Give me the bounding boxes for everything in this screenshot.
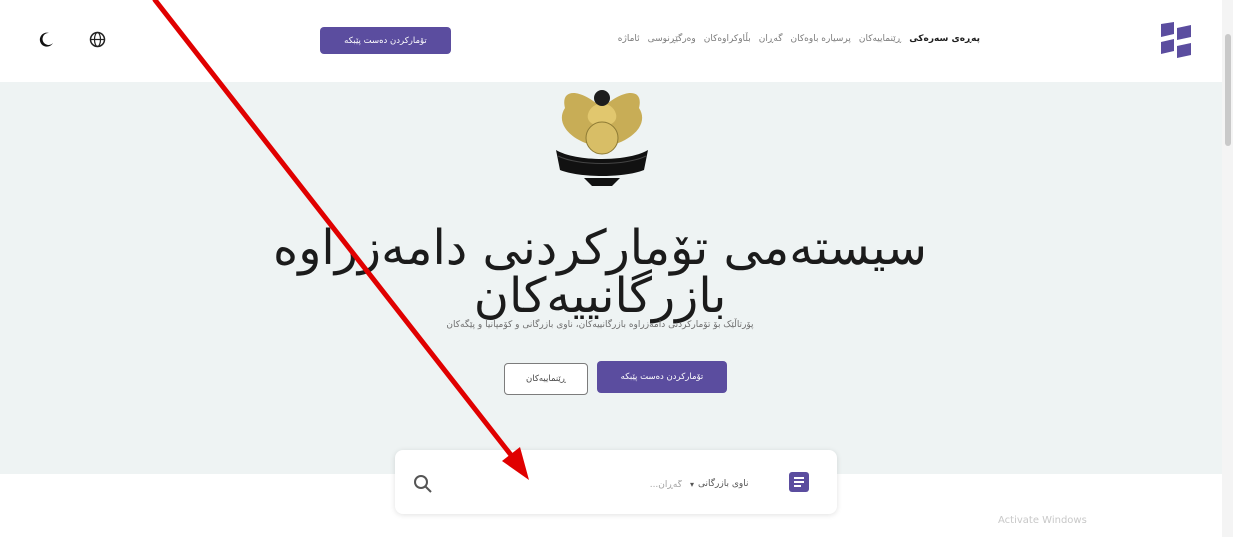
- nav-item-transcription[interactable]: وەرگێڕنوسی: [648, 34, 696, 44]
- search-field-select[interactable]: ناوی بازرگانی ▾: [690, 474, 783, 494]
- search-icon[interactable]: [413, 474, 433, 494]
- nav-item-guides[interactable]: ڕێنماییەکان: [859, 34, 901, 44]
- activate-windows-watermark: Activate Windows: [998, 515, 1087, 526]
- globe-icon[interactable]: [87, 29, 107, 49]
- start-registration-button[interactable]: تۆمارکردن دەست پێبکە: [597, 361, 727, 393]
- scrollbar-thumb[interactable]: [1225, 34, 1231, 146]
- moon-icon[interactable]: [36, 29, 56, 49]
- document-icon[interactable]: [789, 472, 809, 492]
- header-register-button[interactable]: تۆمارکردن دەست پێبکە: [320, 27, 451, 54]
- page-scrollbar[interactable]: [1222, 0, 1233, 537]
- hero-subtitle: پۆرتاڵێک بۆ تۆمارکردنی دامەزراوە بازرگان…: [446, 320, 754, 330]
- search-panel: ناوی بازرگانی ▾: [395, 450, 837, 514]
- chevron-down-icon: ▾: [690, 479, 695, 489]
- guides-button[interactable]: ڕێنماییەکان: [504, 363, 588, 395]
- nav-item-faq[interactable]: پرسیارە باوەکان: [791, 34, 851, 44]
- main-nav: پەڕەی سەرەکی ڕێنماییەکان پرسیارە باوەکان…: [455, 27, 980, 51]
- nav-item-home[interactable]: پەڕەی سەرەکی: [909, 34, 980, 44]
- nav-item-reference[interactable]: ئاماژە: [618, 34, 640, 44]
- kurdistan-emblem-icon: [556, 90, 648, 186]
- page-title: سیستەمی تۆمارکردنی دامەزراوە بازرگانییەک…: [273, 220, 927, 324]
- search-field-label: ناوی بازرگانی: [698, 479, 749, 489]
- brand-logo-icon[interactable]: [1155, 20, 1197, 62]
- nav-item-search[interactable]: گەڕان: [759, 34, 783, 44]
- nav-item-publications[interactable]: بڵاوکراوەکان: [704, 34, 751, 44]
- search-input[interactable]: [540, 472, 684, 498]
